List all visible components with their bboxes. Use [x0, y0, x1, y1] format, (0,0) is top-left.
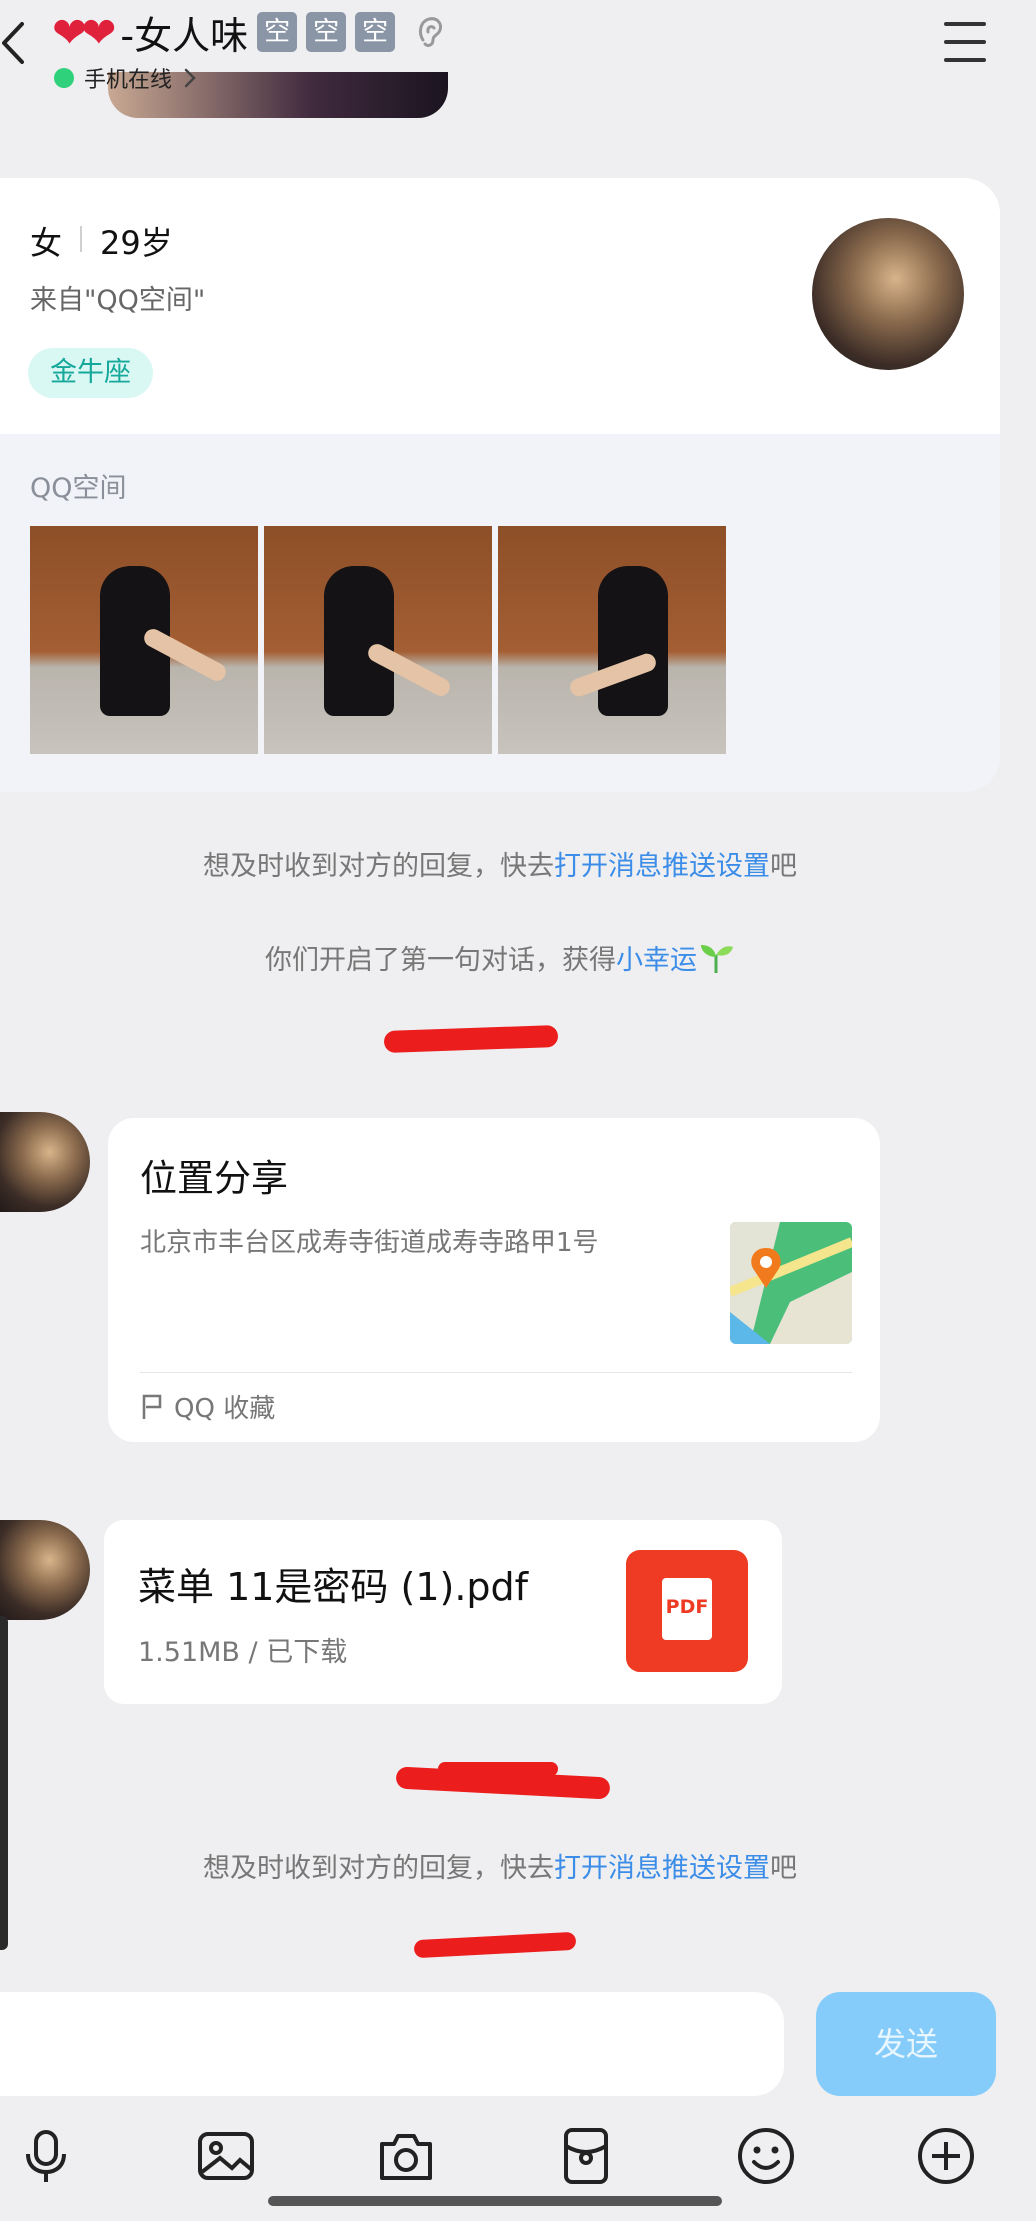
qzone-photo[interactable]: [30, 526, 258, 754]
notice-text: 想及时收到对方的回复，快去: [203, 851, 554, 882]
chat-header: ❤❤ -女人味 空 空 空 手机在线: [0, 0, 1036, 130]
title-badge: 空: [306, 12, 347, 52]
composer: 发送: [0, 1976, 1036, 2221]
title-badge: 空: [257, 12, 298, 52]
back-arrow-icon: [2, 22, 24, 64]
redaction-mark: [413, 1931, 577, 1959]
map-thumbnail: [730, 1222, 852, 1344]
location-title: 位置分享: [140, 1157, 288, 1200]
red-packet-icon[interactable]: [554, 2124, 618, 2188]
timestamp: 20: [383, 1020, 559, 1056]
lucky-notice: 你们开启了第一句对话，获得小幸运: [0, 938, 1000, 977]
emoji-icon[interactable]: [734, 2124, 798, 2188]
notice-suffix: 吧: [770, 851, 797, 882]
home-indicator[interactable]: [268, 2196, 722, 2206]
sprout-icon: [701, 945, 733, 974]
back-button[interactable]: [0, 18, 30, 68]
contact-name: -女人味: [120, 13, 249, 58]
hearts-emoji: ❤❤: [52, 7, 116, 57]
menu-icon: [944, 22, 986, 26]
online-dot-icon: [54, 68, 74, 88]
message-input[interactable]: [0, 1992, 784, 2096]
qzone-photo[interactable]: [264, 526, 492, 754]
sender-avatar[interactable]: [0, 1112, 90, 1212]
push-settings-link[interactable]: 打开消息推送设置: [554, 1853, 770, 1884]
qzone-section[interactable]: QQ空间: [0, 434, 1000, 792]
camera-icon[interactable]: [374, 2124, 438, 2188]
zodiac-tag: 金牛座: [28, 348, 153, 398]
chat-title[interactable]: ❤❤ -女人味 空 空 空: [52, 6, 447, 58]
source-text: 来自"QQ空间": [30, 285, 206, 316]
push-notice: 想及时收到对方的回复，快去打开消息推送设置吧: [0, 844, 1000, 883]
map-icon: [730, 1222, 852, 1344]
microphone-icon[interactable]: [14, 2124, 78, 2188]
image-icon[interactable]: [194, 2124, 258, 2188]
push-notice: 想及时收到对方的回复，快去打开消息推送设置吧: [0, 1846, 1000, 1885]
status-text: 手机在线: [84, 68, 173, 93]
push-settings-link[interactable]: 打开消息推送设置: [554, 851, 770, 882]
file-name: 菜单 11是密码 (1).pdf: [138, 1565, 529, 1609]
notice-text: 你们开启了第一句对话，获得: [265, 945, 616, 976]
file-meta: 1.51MB / 已下载: [138, 1637, 348, 1668]
profile-info: 女 29岁 来自"QQ空间" 金牛座: [0, 178, 1000, 434]
notice-suffix: 吧: [770, 1853, 797, 1884]
title-badge: 空: [355, 12, 396, 52]
location-message[interactable]: 位置分享 北京市丰台区成寿寺街道成寿寺路甲1号 QQ 收藏: [108, 1118, 880, 1442]
menu-button[interactable]: [940, 20, 990, 64]
redaction-mark: [438, 1762, 558, 1776]
profile-avatar[interactable]: [812, 218, 964, 370]
sender-avatar[interactable]: [0, 1520, 90, 1620]
chevron-right-icon: [184, 68, 196, 88]
divider: [80, 226, 82, 252]
source-label: QQ 收藏: [174, 1394, 276, 1424]
gender: 女: [30, 224, 63, 262]
send-button[interactable]: 发送: [816, 1992, 996, 2096]
age: 29岁: [100, 224, 173, 262]
file-message[interactable]: 菜单 11是密码 (1).pdf 1.51MB / 已下载 PDF: [104, 1520, 782, 1704]
qzone-label: QQ空间: [30, 473, 127, 504]
location-source: QQ 收藏: [140, 1388, 275, 1425]
profile-card[interactable]: 女 29岁 来自"QQ空间" 金牛座 QQ空间: [0, 178, 1000, 792]
qzone-photo[interactable]: [498, 526, 726, 754]
online-status[interactable]: 手机在线: [54, 62, 198, 94]
divider: [140, 1372, 852, 1373]
bookmark-icon: [142, 1394, 162, 1419]
plus-icon[interactable]: [914, 2124, 978, 2188]
notice-text: 想及时收到对方的回复，快去: [203, 1853, 554, 1884]
pdf-icon: PDF: [626, 1550, 748, 1672]
side-drawer-handle[interactable]: [0, 1616, 8, 1950]
lucky-link[interactable]: 小幸运: [616, 945, 697, 976]
ear-icon[interactable]: [413, 12, 447, 52]
location-address: 北京市丰台区成寿寺街道成寿寺路甲1号: [140, 1228, 599, 1258]
